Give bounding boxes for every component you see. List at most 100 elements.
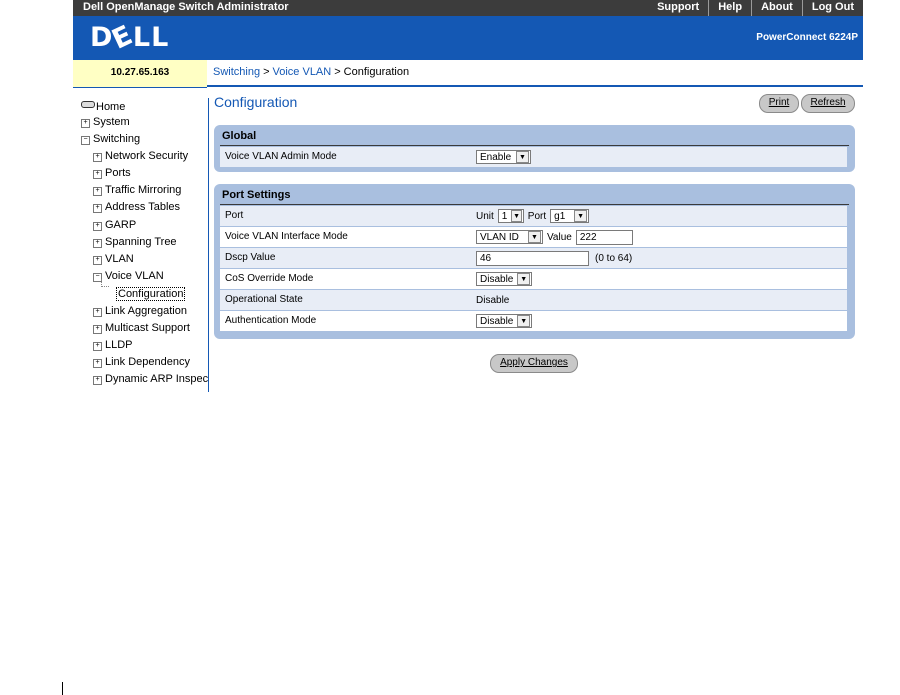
breadcrumb-voice-vlan[interactable]: Voice VLAN (273, 66, 332, 78)
nav-tree: Home + System − Switching + Network Securit… (79, 98, 209, 392)
cos-override-row: CoS Override Mode Disable ▼ (220, 269, 847, 289)
divider (220, 204, 849, 205)
device-model: PowerConnect 6224P (756, 32, 858, 43)
global-panel: Global Voice VLAN Admin Mode Enable ▼ (214, 125, 855, 172)
sidebar-item-label: Ports (105, 167, 131, 179)
port-sub-label: Port (527, 210, 547, 222)
device-ip: 10.27.65.163 (73, 60, 207, 88)
sidebar-item-label: VLAN (105, 253, 134, 265)
auth-mode-row: Authentication Mode Disable ▼ (220, 311, 847, 331)
sidebar-item-switching[interactable]: − Switching (81, 133, 140, 145)
app-title: Dell OpenManage Switch Administrator (83, 1, 289, 13)
admin-mode-select[interactable]: Enable ▼ (476, 150, 531, 164)
dscp-input[interactable]: 46 (476, 250, 589, 266)
dscp-label: Dscp Value (225, 252, 276, 263)
plus-box-icon: + (93, 204, 102, 213)
breadcrumb-current: Configuration (343, 66, 410, 78)
breadcrumb-separator: > (263, 66, 270, 78)
plus-box-icon: + (93, 239, 102, 248)
chevron-down-icon: ▼ (511, 210, 522, 222)
sidebar-item-link-aggregation[interactable]: + Link Aggregation (93, 305, 187, 317)
help-link[interactable]: Help (708, 0, 751, 16)
sidebar-item-vlan[interactable]: + VLAN (93, 253, 134, 265)
sidebar-item-label: Address Tables (105, 201, 181, 213)
main-content: Configuration Print Refresh Global Voice… (214, 88, 863, 392)
minus-box-icon: − (81, 136, 90, 145)
apply-changes-button[interactable]: Apply Changes (490, 354, 578, 373)
plus-box-icon: + (93, 376, 102, 385)
vlan-value-input[interactable]: 222 (575, 229, 633, 245)
port-settings-panel: Port Settings Port Unit 1 ▼ Port g1 ▼ Voic… (214, 184, 855, 339)
auth-mode-label: Authentication Mode (225, 315, 317, 326)
operational-state-control: Disable (476, 290, 509, 310)
logout-link[interactable]: Log Out (801, 0, 863, 16)
chevron-down-icon: ▼ (516, 151, 529, 163)
plus-box-icon: + (93, 325, 102, 334)
dscp-range: (0 to 64) (595, 252, 633, 264)
cos-override-label: CoS Override Mode (225, 273, 314, 284)
auth-mode-select[interactable]: Disable ▼ (476, 314, 532, 328)
sidebar-item-system[interactable]: + System (81, 116, 130, 128)
sidebar-item-ports[interactable]: + Ports (93, 167, 131, 179)
sidebar-item-multicast-support[interactable]: + Multicast Support (93, 322, 190, 334)
sidebar-item-label: Link Aggregation (105, 305, 187, 317)
port-row: Port Unit 1 ▼ Port g1 ▼ (220, 206, 847, 226)
plus-box-icon: + (81, 119, 90, 128)
plus-box-icon: + (93, 153, 102, 162)
sidebar-item-label: Dynamic ARP Inspecti (105, 373, 209, 385)
support-link[interactable]: Support (648, 0, 708, 16)
chevron-down-icon: ▼ (574, 210, 588, 222)
dscp-controls: 46 (0 to 64) (476, 248, 636, 268)
breadcrumb: Switching > Voice VLAN > Configuration (207, 60, 863, 87)
sidebar-item-label: Voice VLAN (105, 270, 164, 282)
print-button[interactable]: Print (759, 94, 799, 113)
about-link[interactable]: About (751, 0, 802, 16)
unit-label: Unit (476, 210, 494, 222)
dell-logo: DELL (90, 19, 170, 56)
home-icon (81, 101, 95, 108)
operational-state-row: Operational State Disable (220, 290, 847, 310)
sidebar-item-traffic-mirroring[interactable]: + Traffic Mirroring (93, 184, 181, 196)
sidebar-item-label: Spanning Tree (105, 236, 177, 248)
auth-mode-control: Disable ▼ (476, 311, 532, 331)
page-margin-rule (62, 682, 63, 695)
sidebar-item-label: System (93, 116, 130, 128)
sidebar-item-label: Home (96, 101, 126, 113)
dscp-row: Dscp Value 46 (0 to 64) (220, 248, 847, 268)
sidebar-item-label: Network Security (105, 150, 189, 162)
breadcrumb-switching[interactable]: Switching (213, 66, 260, 78)
sidebar-item-label: Link Dependency (105, 356, 191, 368)
sidebar-item-lldp[interactable]: + LLDP (93, 339, 133, 351)
sidebar-item-spanning-tree[interactable]: + Spanning Tree (93, 236, 177, 248)
sidebar-item-home[interactable]: Home (81, 101, 125, 113)
operational-state-value: Disable (476, 294, 510, 306)
sidebar-item-network-security[interactable]: + Network Security (93, 150, 188, 162)
admin-mode-row: Voice VLAN Admin Mode Enable ▼ (220, 147, 847, 167)
breadcrumb-separator: > (334, 66, 341, 78)
sidebar-item-label: Multicast Support (105, 322, 190, 334)
cos-override-select[interactable]: Disable ▼ (476, 272, 532, 286)
sidebar-item-configuration[interactable]: Configuration (115, 287, 186, 301)
sidebar-item-garp[interactable]: + GARP (93, 219, 136, 231)
port-select[interactable]: g1 ▼ (550, 209, 590, 223)
chevron-down-icon: ▼ (517, 315, 530, 327)
plus-box-icon: + (93, 308, 102, 317)
sidebar-item-link-dependency[interactable]: + Link Dependency (93, 356, 190, 368)
value-label: Value (547, 231, 572, 243)
interface-mode-select[interactable]: VLAN ID ▼ (476, 230, 543, 244)
unit-select[interactable]: 1 ▼ (497, 209, 524, 223)
page-title: Configuration (214, 94, 298, 110)
plus-box-icon: + (93, 342, 102, 351)
top-bar: Dell OpenManage Switch Administrator Sup… (73, 0, 863, 16)
plus-box-icon: + (93, 256, 102, 265)
sidebar-item-label: Switching (93, 133, 141, 145)
plus-box-icon: + (93, 187, 102, 196)
cos-override-control: Disable ▼ (476, 269, 532, 289)
interface-mode-row: Voice VLAN Interface Mode VLAN ID ▼ Value… (220, 227, 847, 247)
refresh-button[interactable]: Refresh (801, 94, 855, 113)
divider (220, 145, 849, 146)
sidebar-item-dynamic-arp[interactable]: + Dynamic ARP Inspecti (93, 373, 209, 385)
sidebar-item-address-tables[interactable]: + Address Tables (93, 201, 180, 213)
sidebar-item-label: GARP (105, 219, 137, 231)
interface-mode-label: Voice VLAN Interface Mode (225, 231, 348, 242)
